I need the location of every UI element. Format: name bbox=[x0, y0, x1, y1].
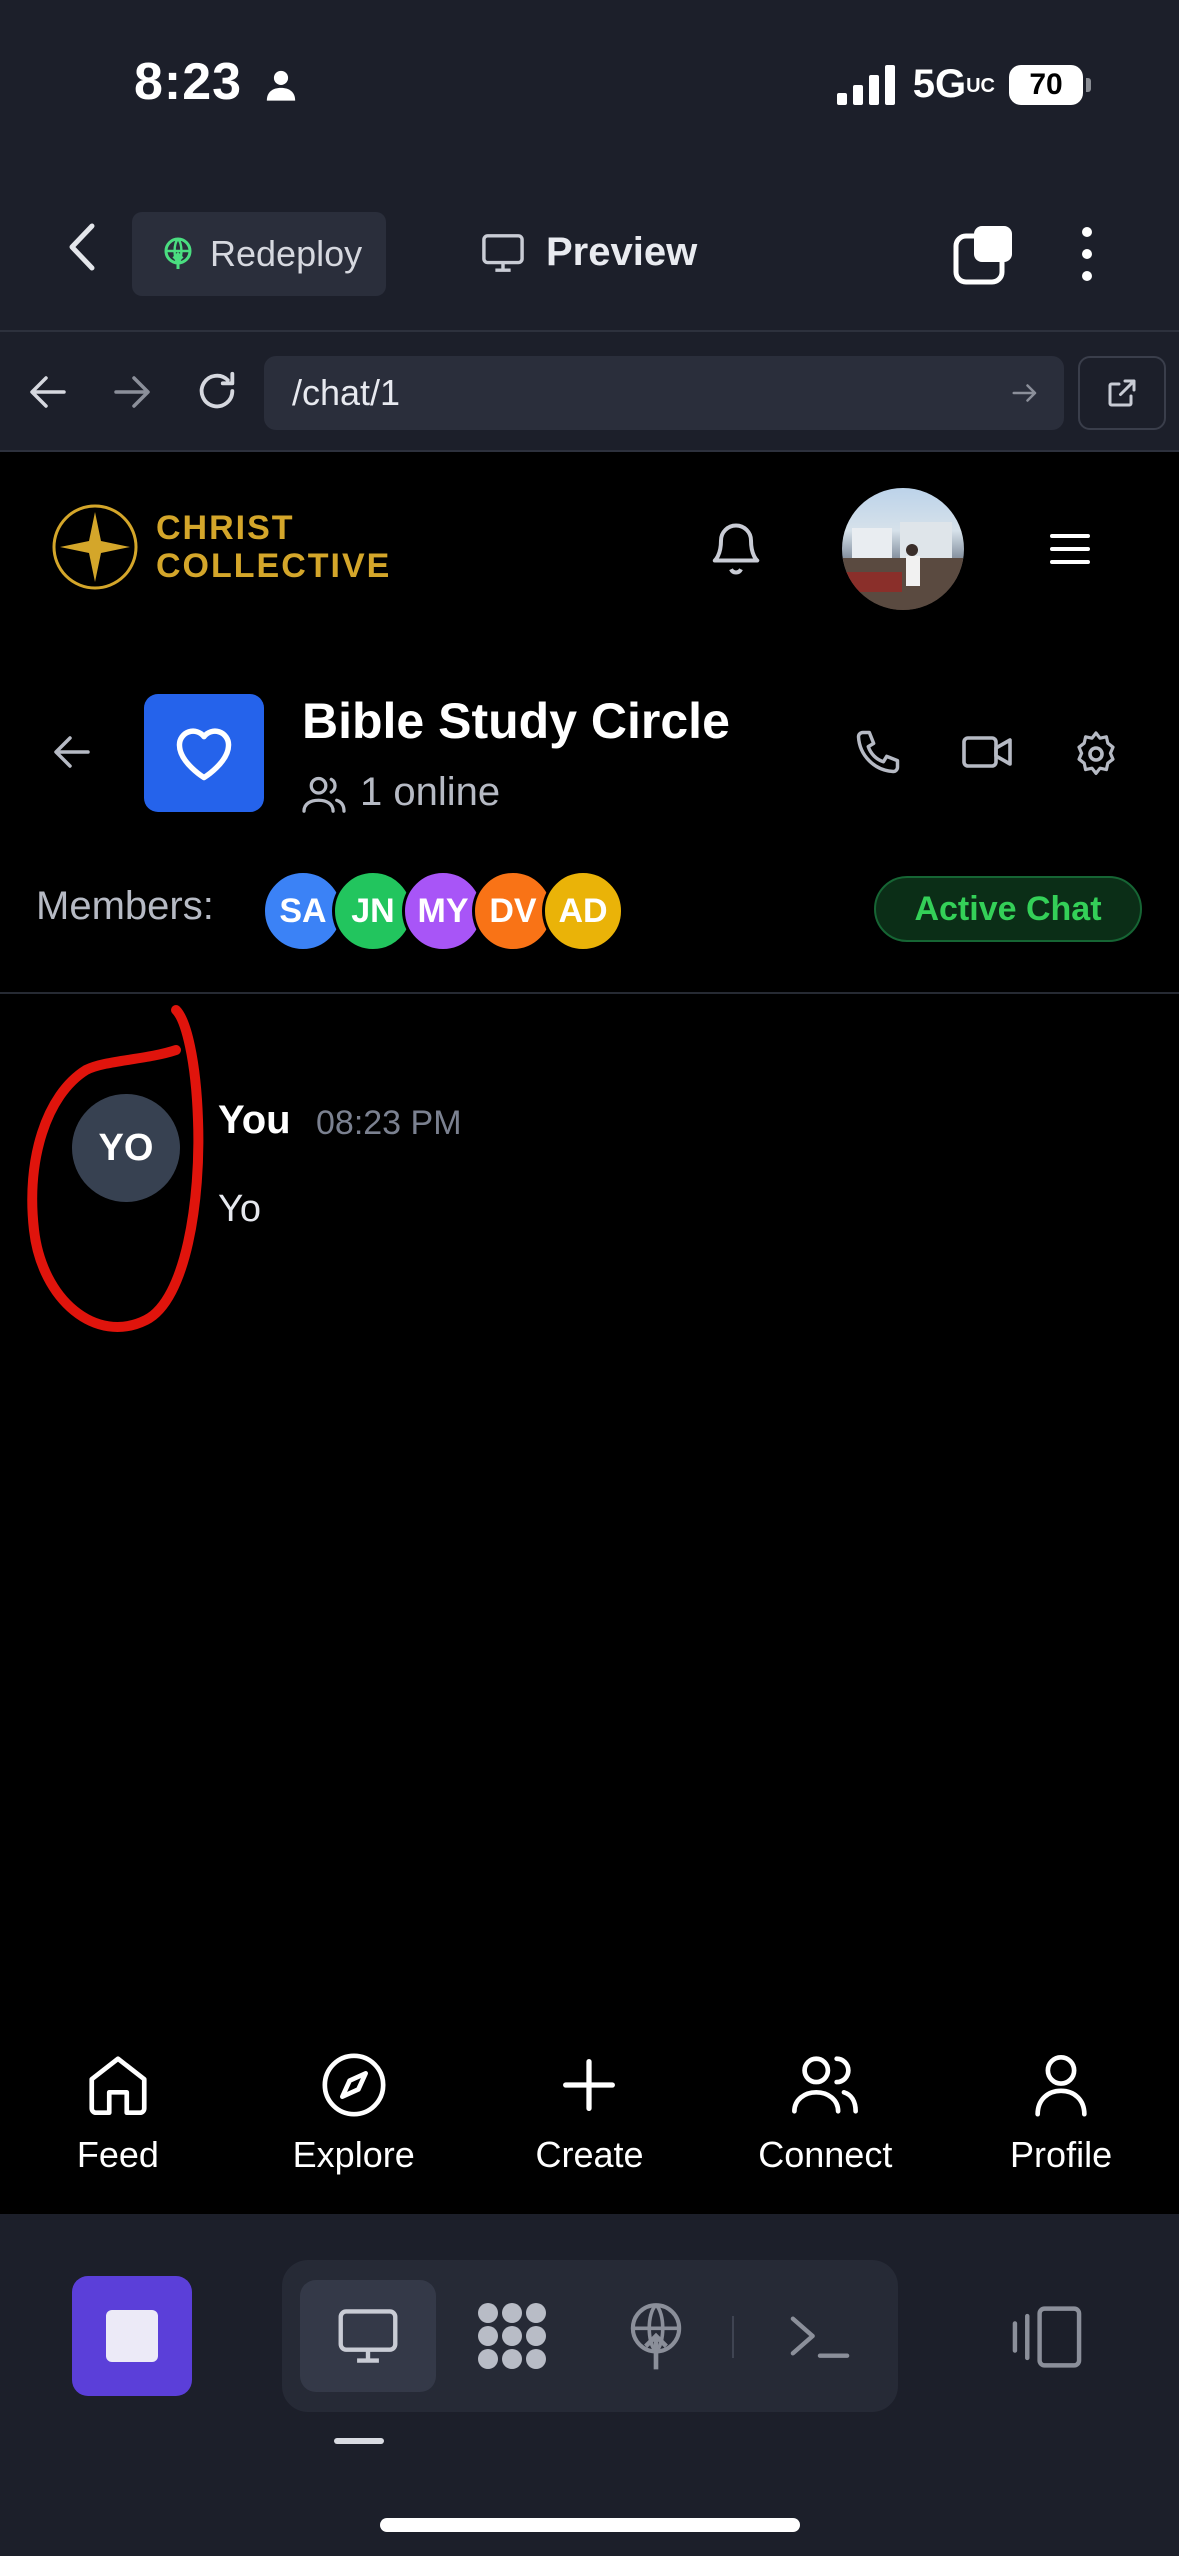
nodes-tool-button[interactable] bbox=[444, 2280, 580, 2392]
stop-icon bbox=[106, 2310, 158, 2362]
redeploy-button[interactable]: Redeploy bbox=[132, 212, 386, 296]
refresh-icon[interactable] bbox=[194, 368, 240, 414]
status-indicators: 5GUC 70 bbox=[836, 62, 1091, 107]
nav-profile[interactable]: Profile bbox=[961, 2050, 1161, 2176]
stop-button[interactable] bbox=[72, 2276, 192, 2396]
users-icon bbox=[792, 2056, 859, 2114]
bottom-navigation: Feed Explore Create Connect Profile bbox=[0, 2030, 1179, 2214]
member-avatar[interactable]: AD bbox=[542, 870, 624, 952]
user-avatar[interactable] bbox=[842, 488, 964, 610]
settings-gear-icon[interactable] bbox=[1072, 730, 1120, 778]
home-icon bbox=[89, 2056, 147, 2116]
browser-forward-icon[interactable] bbox=[112, 374, 152, 410]
tool-separator bbox=[732, 2316, 734, 2358]
go-arrow-icon[interactable] bbox=[1010, 378, 1040, 408]
compass-icon bbox=[322, 2053, 386, 2117]
terminal-icon bbox=[790, 2316, 850, 2358]
online-count: 1 online bbox=[302, 770, 500, 815]
nav-create[interactable]: Create bbox=[489, 2050, 689, 2176]
person-icon bbox=[266, 71, 295, 101]
tabs-icon[interactable] bbox=[952, 224, 1014, 286]
phone-icon[interactable] bbox=[852, 726, 904, 778]
message-timestamp: 08:23 PM bbox=[316, 1104, 462, 1142]
divider bbox=[0, 992, 1179, 994]
monitor-icon bbox=[338, 2309, 398, 2363]
url-input[interactable]: /chat/1 bbox=[264, 356, 1064, 430]
plus-icon bbox=[563, 2059, 616, 2111]
preview-tab[interactable]: Preview bbox=[480, 230, 697, 275]
monitor-icon bbox=[482, 233, 524, 272]
hamburger-menu-icon[interactable] bbox=[1050, 532, 1090, 566]
chat-title: Bible Study Circle bbox=[302, 693, 730, 749]
message-sender: You bbox=[218, 1098, 291, 1142]
group-avatar bbox=[144, 694, 264, 812]
external-link-icon bbox=[1108, 379, 1136, 407]
home-indicator[interactable] bbox=[380, 2518, 800, 2532]
star-logo-icon bbox=[52, 504, 138, 590]
deploy-tool-button[interactable] bbox=[588, 2280, 724, 2392]
nodes-icon bbox=[478, 2303, 546, 2369]
chat-back-icon[interactable] bbox=[52, 734, 92, 770]
preview-tool-button[interactable] bbox=[300, 2280, 436, 2392]
status-time: 8:23 bbox=[134, 52, 298, 112]
more-options-icon[interactable] bbox=[1072, 224, 1102, 284]
terminal-tool-button[interactable] bbox=[752, 2280, 888, 2392]
deploy-icon bbox=[630, 2303, 682, 2370]
nav-explore[interactable]: Explore bbox=[254, 2050, 454, 2176]
brand-logo[interactable]: CHRIST COLLECTIVE bbox=[50, 502, 391, 592]
browser-back-icon[interactable] bbox=[28, 374, 68, 410]
signal-icon bbox=[836, 64, 895, 105]
back-chevron-icon[interactable] bbox=[62, 222, 102, 272]
active-tool-indicator bbox=[334, 2438, 384, 2444]
nav-feed[interactable]: Feed bbox=[18, 2050, 218, 2176]
open-external-button[interactable] bbox=[1078, 356, 1166, 430]
split-view-icon[interactable] bbox=[1010, 2306, 1084, 2368]
user-icon bbox=[1035, 2054, 1087, 2117]
members-label: Members: bbox=[36, 884, 214, 928]
network-type: 5GUC bbox=[912, 62, 995, 106]
status-badge: Active Chat bbox=[874, 876, 1142, 942]
battery-indicator: 70 bbox=[1009, 64, 1091, 105]
member-avatars[interactable]: SA JN MY DV AD bbox=[262, 870, 624, 952]
heart-icon bbox=[176, 728, 232, 781]
deploy-icon bbox=[164, 237, 192, 269]
video-call-icon[interactable] bbox=[962, 732, 1014, 772]
message-text: Yo bbox=[218, 1188, 261, 1230]
tool-switcher bbox=[282, 2260, 898, 2412]
users-icon bbox=[302, 776, 346, 813]
nav-connect[interactable]: Connect bbox=[725, 2050, 925, 2176]
bell-icon[interactable] bbox=[706, 518, 766, 578]
red-annotation-circle bbox=[27, 1005, 204, 1332]
